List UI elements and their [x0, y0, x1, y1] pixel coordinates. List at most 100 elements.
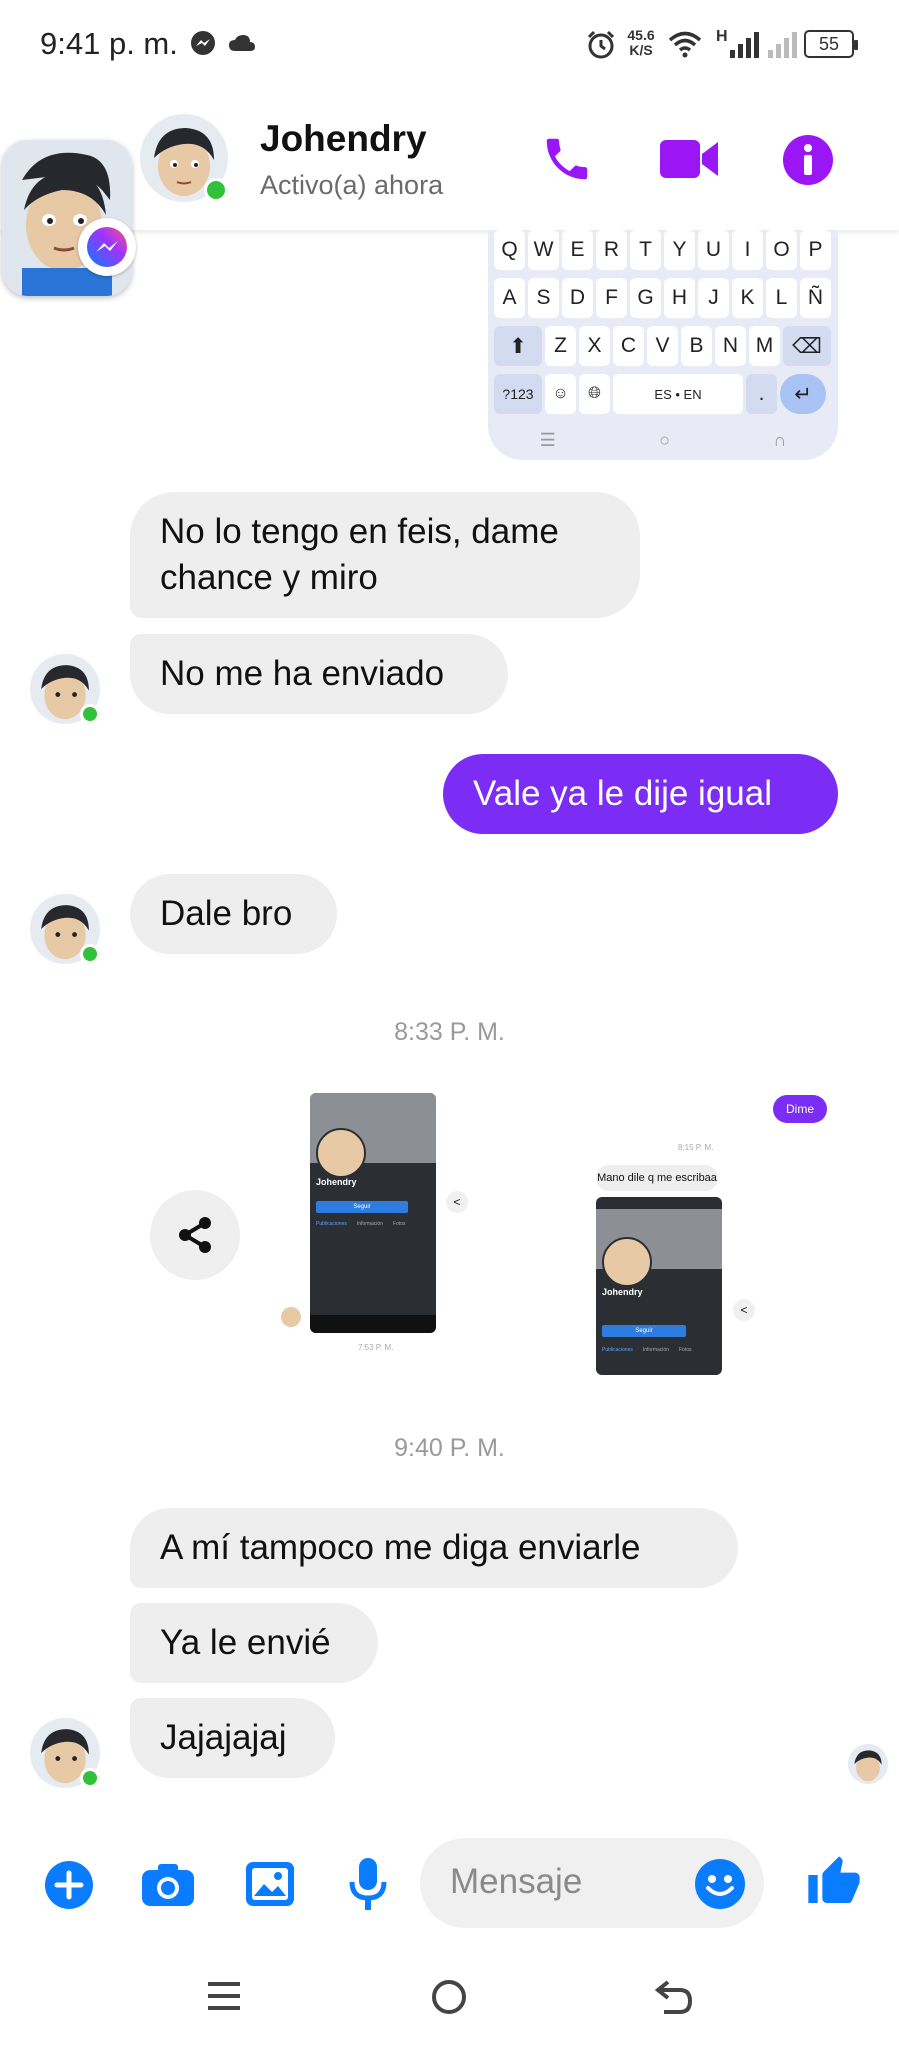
symbols-key: ?123 — [494, 374, 542, 414]
key: S — [528, 278, 559, 318]
net-speed: 45.6 K/S — [627, 27, 655, 58]
battery-icon: 55 — [804, 30, 858, 58]
key: I — [732, 230, 763, 270]
keyboard-row-1: Q W E R T Y U I O P — [494, 230, 831, 270]
signal-icon — [730, 32, 759, 58]
thumbs-up-icon[interactable] — [806, 1854, 862, 1910]
backspace-key-icon: ⌫ — [783, 326, 831, 366]
key: U — [698, 230, 729, 270]
cloud-icon — [229, 35, 255, 51]
message-bubble-contact[interactable]: No lo tengo en feis, dame chance y miro — [130, 492, 640, 618]
messenger-badge — [78, 218, 136, 276]
message-bubble-contact[interactable]: Ya le envié — [130, 1603, 378, 1683]
key: W — [528, 230, 559, 270]
key: O — [766, 230, 797, 270]
contact-status: Activo(a) ahora — [260, 170, 444, 200]
enter-key-icon: ↵ — [780, 374, 826, 414]
shot-bubble-me: Dime — [773, 1095, 827, 1123]
keyboard-row-3: ⬆ Z X C V B N M ⌫ — [494, 326, 831, 366]
shot-profile-2: Johendry Seguir Publicaciones Información… — [596, 1197, 722, 1375]
message-bubble-me[interactable]: Vale ya le dije igual — [443, 754, 838, 834]
key: T — [630, 230, 661, 270]
shot-follow-button: Seguir — [602, 1325, 686, 1337]
key: V — [647, 326, 678, 366]
key: E — [562, 230, 593, 270]
emoji-key-icon: ☺ — [545, 374, 576, 414]
menu-icon[interactable] — [206, 1978, 242, 2014]
shot-name: Johendry — [316, 1177, 357, 1187]
message-bubble-contact[interactable]: No me ha enviado — [130, 634, 508, 714]
online-indicator — [80, 704, 100, 724]
key: B — [681, 326, 712, 366]
message-input-placeholder: Mensaje — [450, 1862, 583, 1901]
key: C — [613, 326, 644, 366]
back-icon[interactable] — [654, 1978, 694, 2016]
online-indicator — [80, 1768, 100, 1788]
key: J — [698, 278, 729, 318]
key: G — [630, 278, 661, 318]
home-icon[interactable] — [430, 1978, 468, 2016]
avatar — [316, 1128, 366, 1178]
emoji-icon[interactable] — [694, 1858, 746, 1910]
key: N — [715, 326, 746, 366]
keyboard-row-2: A S D F G H J K L Ñ — [494, 278, 831, 318]
camera-icon[interactable] — [140, 1862, 196, 1908]
key: P — [800, 230, 831, 270]
messenger-icon — [87, 227, 127, 267]
shot-tabs: Publicaciones Información Fotos — [602, 1347, 692, 1353]
key: H — [664, 278, 695, 318]
online-indicator — [80, 944, 100, 964]
phone-call-icon[interactable] — [540, 132, 594, 186]
timestamp: 8:33 P. M. — [394, 1018, 505, 1046]
message-bubble-contact[interactable]: A mí tampoco me diga enviarle — [130, 1508, 738, 1588]
shot-tabs: Publicaciones Información Fotos — [316, 1221, 406, 1227]
share-icon: < — [446, 1191, 468, 1213]
signal-type: H — [716, 28, 728, 45]
shot-follow-button: Seguir — [316, 1201, 408, 1213]
messenger-notification-icon — [191, 31, 215, 55]
shot-profile-1: Johendry Seguir Publicaciones Información… — [310, 1093, 436, 1333]
key: F — [596, 278, 627, 318]
signal-icon-2 — [768, 32, 797, 58]
key: D — [562, 278, 593, 318]
keyboard-row-4: ?123 ☺ 🌐︎ ES • EN . ↵ — [494, 374, 826, 414]
shot-time: 7:53 P. M. — [358, 1343, 394, 1352]
share-icon — [179, 1217, 211, 1253]
shift-key-icon: ⬆ — [494, 326, 542, 366]
sent-keyboard-screenshot[interactable]: Q W E R T Y U I O P A S D F G H J K L Ñ … — [488, 230, 838, 460]
online-indicator — [204, 178, 228, 202]
key: R — [596, 230, 627, 270]
gallery-icon[interactable] — [244, 1860, 296, 1908]
key: L — [766, 278, 797, 318]
chat-header — [0, 100, 899, 230]
share-button[interactable] — [150, 1190, 240, 1280]
key: A — [494, 278, 525, 318]
video-call-icon[interactable] — [658, 134, 720, 184]
menu-icon: ☰ — [539, 430, 556, 450]
microphone-icon[interactable] — [348, 1856, 388, 1912]
avatar — [602, 1237, 652, 1287]
shared-image[interactable]: Johendry Seguir Publicaciones Información… — [268, 1085, 838, 1375]
avatar — [281, 1307, 301, 1327]
key: Ñ — [800, 278, 831, 318]
shot-name: Johendry — [602, 1287, 643, 1297]
alarm-icon — [587, 30, 615, 59]
message-bubble-contact[interactable]: Jajajajaj — [130, 1698, 335, 1778]
plus-icon[interactable] — [44, 1860, 94, 1910]
info-icon[interactable] — [782, 134, 834, 186]
contact-name[interactable]: Johendry — [260, 118, 427, 160]
space-key: ES • EN — [613, 374, 743, 414]
status-time: 9:41 p. m. — [40, 26, 178, 61]
avatar — [848, 1744, 888, 1784]
shot-time: 8:15 P. M. — [678, 1143, 714, 1152]
key: Y — [664, 230, 695, 270]
home-icon: ○ — [659, 430, 671, 450]
read-receipt-avatar — [848, 1744, 888, 1784]
message-bubble-contact[interactable]: Dale bro — [130, 874, 337, 954]
key: M — [749, 326, 780, 366]
key: X — [579, 326, 610, 366]
share-icon: < — [733, 1299, 755, 1321]
timestamp: 9:40 P. M. — [394, 1434, 505, 1462]
back-icon: ∩ — [773, 430, 787, 450]
key: K — [732, 278, 763, 318]
